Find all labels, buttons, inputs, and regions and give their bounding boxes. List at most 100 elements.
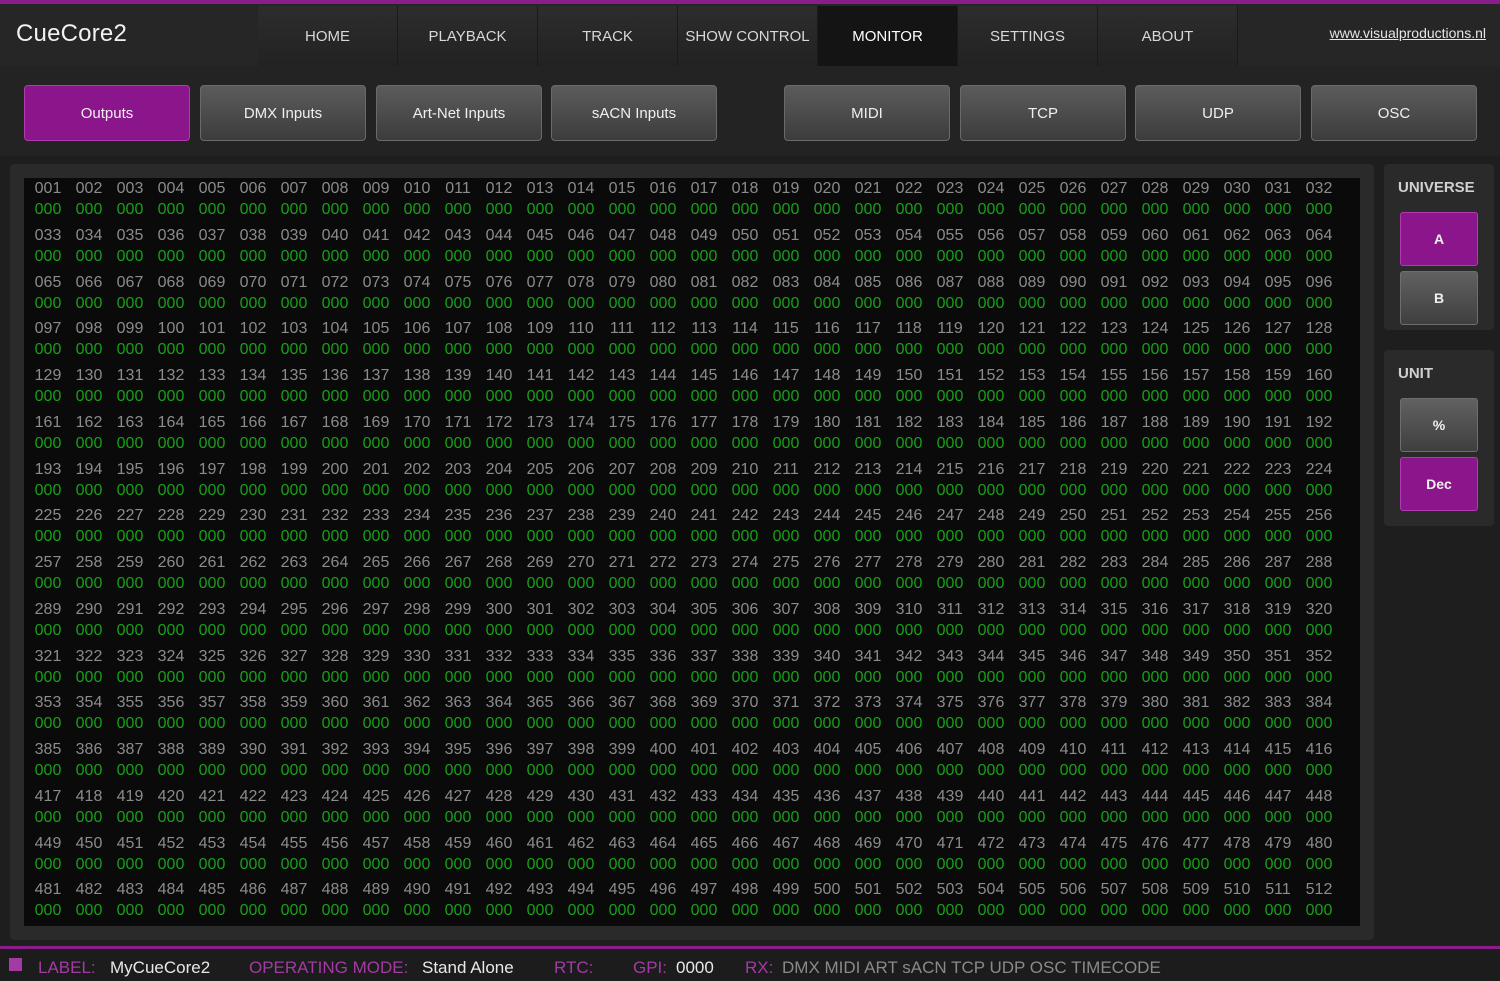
channel-number: 458 <box>403 834 431 852</box>
channel-value: 000 <box>321 341 349 359</box>
channel-number: 294 <box>239 600 267 618</box>
channel-value: 000 <box>157 294 185 312</box>
channel-value: 000 <box>690 808 718 826</box>
channel-value: 000 <box>75 201 103 218</box>
channel-value: 000 <box>1264 341 1292 359</box>
channel-value: 000 <box>1223 528 1251 546</box>
nav-playback[interactable]: PLAYBACK <box>398 6 538 66</box>
website-link[interactable]: www.visualproductions.nl <box>1330 25 1486 41</box>
nav-monitor[interactable]: MONITOR <box>818 6 958 66</box>
tab-tcp[interactable]: TCP <box>960 85 1126 141</box>
channel-number: 284 <box>1141 554 1169 571</box>
channel-value: 000 <box>239 808 267 826</box>
channel-number: 154 <box>1059 367 1087 384</box>
channel-value: 000 <box>198 528 226 546</box>
channel-value: 000 <box>485 201 513 218</box>
channel-number: 322 <box>75 647 103 665</box>
channel-number: 310 <box>895 600 923 618</box>
channel-value: 000 <box>567 855 595 873</box>
channel-value: 000 <box>403 762 431 779</box>
channel-number: 022 <box>895 180 923 197</box>
nav-show-control[interactable]: SHOW CONTROL <box>678 6 818 66</box>
channel-number: 367 <box>608 694 636 712</box>
tab-osc[interactable]: OSC <box>1311 85 1477 141</box>
channel-number: 233 <box>362 507 390 525</box>
channel-value: 000 <box>444 294 472 312</box>
universe-b-button[interactable]: B <box>1400 271 1478 325</box>
channel-number: 058 <box>1059 226 1087 244</box>
channel-value: 000 <box>362 715 390 733</box>
channel-value: 000 <box>444 341 472 359</box>
channel-row: 385 000 386 000 387 000 388 000 389 000 390 000 391 0… <box>24 739 1360 786</box>
channel-number: 209 <box>690 460 718 478</box>
label-key: LABEL: <box>38 958 96 977</box>
channel-value: 000 <box>813 621 841 639</box>
channel-value: 000 <box>198 715 226 733</box>
channel-number: 227 <box>116 507 144 525</box>
tab-sacn-inputs[interactable]: sACN Inputs <box>551 85 717 141</box>
channel-number: 086 <box>895 273 923 291</box>
channel-value: 000 <box>403 715 431 733</box>
channel-value: 000 <box>608 855 636 873</box>
channel-value: 000 <box>403 621 431 639</box>
unit-percent-button[interactable]: % <box>1400 398 1478 452</box>
channel-value: 000 <box>403 388 431 405</box>
channel-number: 073 <box>362 273 390 291</box>
channel-value: 000 <box>1018 762 1046 779</box>
tab-dmx-inputs[interactable]: DMX Inputs <box>200 85 366 141</box>
channel-number: 496 <box>649 881 677 899</box>
channel-number: 191 <box>1264 413 1292 431</box>
channel-number: 214 <box>895 460 923 478</box>
channel-number: 082 <box>731 273 759 291</box>
channel-value: 000 <box>977 808 1005 826</box>
channel-number: 396 <box>485 741 513 758</box>
channel-value: 000 <box>239 715 267 733</box>
channel-number: 013 <box>526 180 554 197</box>
nav-about[interactable]: ABOUT <box>1098 6 1238 66</box>
channel-number: 169 <box>362 413 390 431</box>
channel-number: 094 <box>1223 273 1251 291</box>
channel-number: 371 <box>772 694 800 712</box>
channel-value: 000 <box>977 575 1005 592</box>
channel-value: 000 <box>567 481 595 499</box>
channel-value: 000 <box>157 528 185 546</box>
nav-settings[interactable]: SETTINGS <box>958 6 1098 66</box>
channel-value: 000 <box>895 294 923 312</box>
channel-number: 268 <box>485 554 513 571</box>
tab-udp[interactable]: UDP <box>1135 85 1301 141</box>
channel-number: 419 <box>116 787 144 805</box>
channel-value: 000 <box>813 668 841 686</box>
channel-value: 000 <box>1018 434 1046 452</box>
channel-number: 346 <box>1059 647 1087 665</box>
nav-home[interactable]: HOME <box>258 6 398 66</box>
channel-value: 000 <box>854 201 882 218</box>
channel-value: 000 <box>198 294 226 312</box>
channel-value: 000 <box>34 668 62 686</box>
channel-value: 000 <box>116 294 144 312</box>
channel-number: 228 <box>157 507 185 525</box>
channel-number: 113 <box>691 320 717 338</box>
channel-number: 155 <box>1100 367 1128 384</box>
tab-artnet-inputs[interactable]: Art-Net Inputs <box>376 85 542 141</box>
channel-number: 460 <box>485 834 513 852</box>
channel-value: 000 <box>116 388 144 405</box>
channel-number: 502 <box>895 881 923 899</box>
channel-number: 235 <box>444 507 472 525</box>
channel-value: 000 <box>34 528 62 546</box>
channel-number: 440 <box>977 787 1005 805</box>
channel-value: 000 <box>936 528 964 546</box>
channel-value: 000 <box>567 575 595 592</box>
nav-track[interactable]: TRACK <box>538 6 678 66</box>
universe-a-button[interactable]: A <box>1400 212 1478 266</box>
unit-dec-button[interactable]: Dec <box>1400 457 1478 511</box>
channel-value: 000 <box>690 294 718 312</box>
tab-outputs[interactable]: Outputs <box>24 85 190 141</box>
channel-number: 156 <box>1141 367 1169 384</box>
header: CueCore2 HOME PLAYBACK TRACK SHOW CONTRO… <box>0 4 1500 66</box>
channel-value: 000 <box>1182 528 1210 546</box>
channel-value: 000 <box>813 341 841 359</box>
channel-value: 000 <box>567 902 595 920</box>
channel-value: 000 <box>1059 481 1087 499</box>
tab-midi[interactable]: MIDI <box>784 85 950 141</box>
channel-number: 069 <box>198 273 226 291</box>
